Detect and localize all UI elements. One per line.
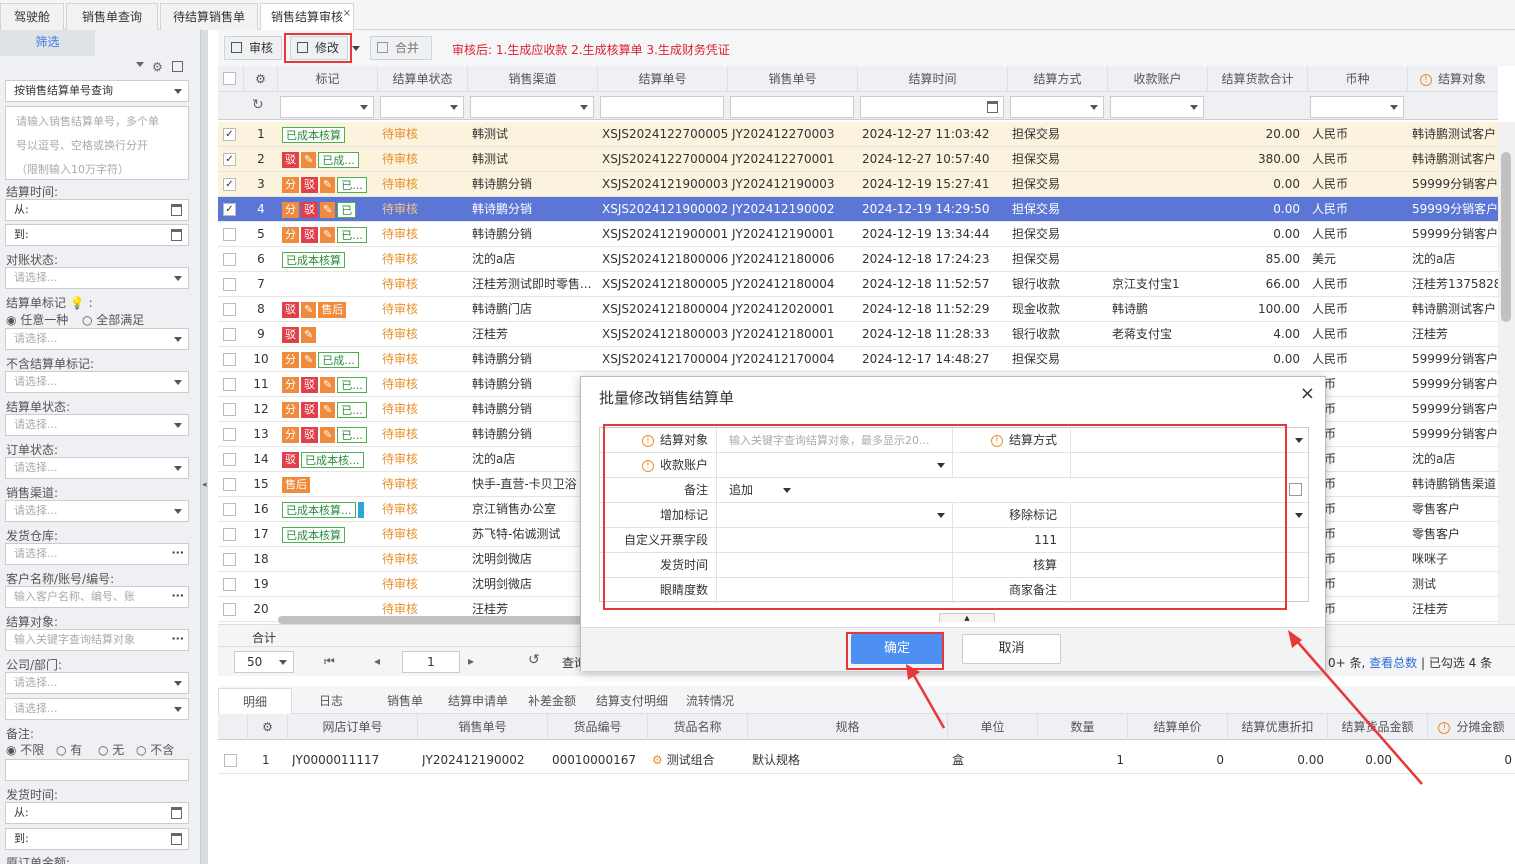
arrow-line bbox=[910, 671, 946, 729]
annotation-arrows bbox=[906, 630, 1423, 785]
arrow-head bbox=[906, 664, 920, 680]
arrow-line bbox=[1295, 639, 1423, 785]
